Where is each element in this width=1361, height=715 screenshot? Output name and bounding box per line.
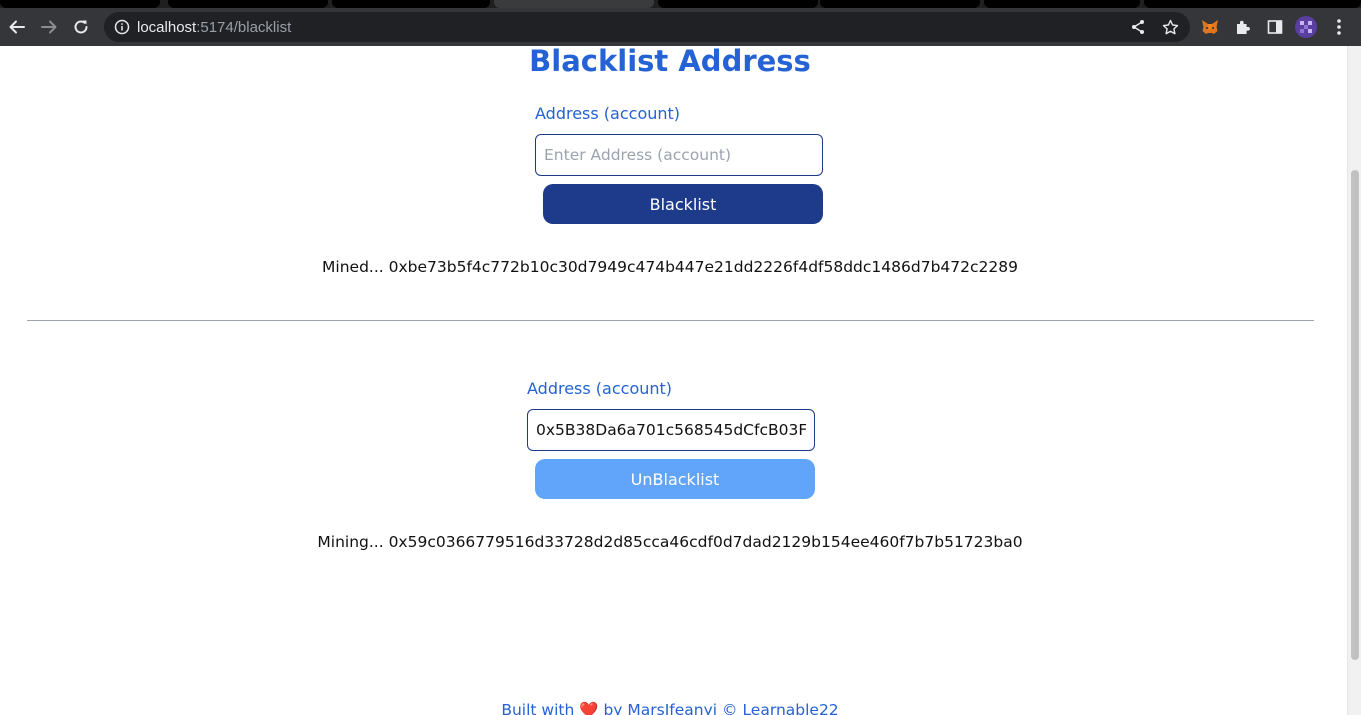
reload-icon[interactable] bbox=[69, 15, 93, 39]
unblacklist-address-input[interactable] bbox=[527, 409, 815, 451]
menu-icon[interactable] bbox=[1327, 15, 1351, 39]
url-path: :5174/blacklist bbox=[196, 19, 292, 36]
page-scrollbar[interactable] bbox=[1347, 46, 1361, 715]
browser-tab[interactable] bbox=[1144, 0, 1361, 8]
forward-icon[interactable] bbox=[37, 15, 61, 39]
scrollbar-thumb[interactable] bbox=[1351, 170, 1359, 660]
browser-tab-active[interactable] bbox=[494, 0, 654, 8]
star-icon[interactable] bbox=[1162, 19, 1179, 40]
blacklist-status-text: Mined... 0xbe73b5f4c772b10c30d7949c474b4… bbox=[322, 258, 1018, 276]
footer-prefix: Built with bbox=[501, 701, 575, 715]
unblacklist-address-label: Address (account) bbox=[527, 379, 673, 398]
browser-toolbar: localhost:5174/blacklist bbox=[0, 8, 1361, 46]
url-host: localhost bbox=[137, 19, 197, 36]
browser-tab[interactable] bbox=[0, 0, 160, 8]
browser-tab[interactable] bbox=[168, 0, 328, 8]
footer: Built with ❤️ by MarsIfeanyi © Learnable… bbox=[0, 701, 1340, 715]
browser-tab[interactable] bbox=[984, 0, 1140, 8]
metamask-icon[interactable] bbox=[1198, 15, 1222, 39]
blacklist-address-input[interactable] bbox=[535, 134, 823, 176]
tab-strip bbox=[0, 0, 1361, 8]
back-icon[interactable] bbox=[5, 15, 29, 39]
address-bar[interactable]: localhost:5174/blacklist bbox=[104, 12, 1190, 42]
url-text[interactable]: localhost:5174/blacklist bbox=[137, 19, 291, 36]
browser-tab[interactable] bbox=[820, 0, 980, 8]
blacklist-button[interactable]: Blacklist bbox=[543, 184, 823, 224]
heart-icon: ❤️ bbox=[579, 701, 599, 715]
unblacklist-status-text: Mining... 0x59c0366779516d33728d2d85cca4… bbox=[317, 533, 1023, 551]
info-icon[interactable] bbox=[114, 19, 130, 39]
page-title: Blacklist Address bbox=[529, 46, 811, 78]
page-viewport: Blacklist Address Address (account) Blac… bbox=[0, 46, 1347, 715]
blacklist-address-label: Address (account) bbox=[535, 104, 681, 123]
sidepanel-icon[interactable] bbox=[1263, 15, 1287, 39]
profile-icon[interactable] bbox=[1294, 15, 1318, 39]
extensions-icon[interactable] bbox=[1231, 15, 1255, 39]
browser-tab[interactable] bbox=[658, 0, 818, 8]
footer-credit[interactable]: by MarsIfeanyi © Learnable22 bbox=[603, 701, 838, 715]
share-icon[interactable] bbox=[1130, 19, 1146, 39]
browser-tab[interactable] bbox=[332, 0, 490, 8]
section-divider bbox=[27, 320, 1314, 321]
unblacklist-button[interactable]: UnBlacklist bbox=[535, 459, 815, 499]
